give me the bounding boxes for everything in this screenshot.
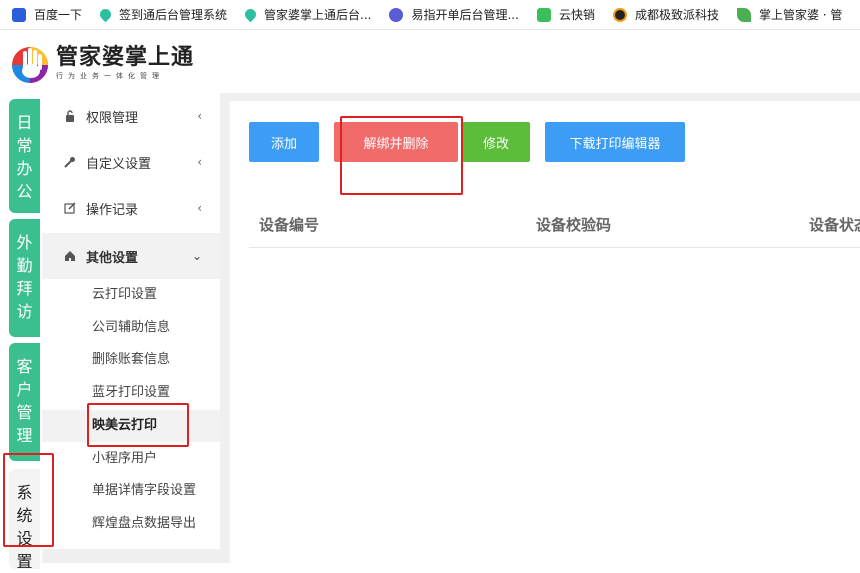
baidu-paw-icon: [12, 7, 26, 22]
sidebar-item-operation-log[interactable]: 操作记录 ‹: [42, 185, 220, 231]
sidebar-item-label: 权限管理: [86, 110, 139, 126]
bookmark-baidu[interactable]: 百度一下: [12, 6, 82, 23]
bookmark-label: 掌上管家婆 · 管: [758, 8, 843, 22]
content-panel: [230, 101, 860, 563]
submenu-item-miniprogram-users[interactable]: 小程序用户: [42, 443, 220, 475]
globe-icon: [389, 7, 404, 22]
location-pin-icon: [97, 6, 114, 23]
chevron-left-icon: ‹: [197, 201, 202, 215]
bookmarks-bar: 百度一下 签到通后台管理系统 管家婆掌上通后台... 易指开单后台管理... 云…: [0, 0, 860, 30]
sidebar-item-label: 其他设置: [86, 250, 139, 266]
annotation-highlight-yingmei: [87, 403, 189, 447]
location-pin-icon: [242, 6, 259, 23]
bookmark-guanjiapo-admin[interactable]: 管家婆掌上通后台...: [242, 6, 372, 23]
bookmark-qiandaotong[interactable]: 签到通后台管理系统: [97, 6, 228, 23]
chevron-left-icon: ‹: [197, 109, 202, 123]
wrench-icon: [64, 156, 76, 168]
app-logo[interactable]: 管家婆掌上通 行为业务一体化管理: [8, 41, 194, 85]
logo-title: 管家婆掌上通: [56, 45, 195, 70]
chevron-left-icon: ‹: [197, 155, 202, 169]
tab-daily-office[interactable]: 日 常 办 公: [9, 99, 40, 213]
column-device-checkcode: 设备校验码: [536, 216, 612, 234]
hand-logo-icon: [8, 41, 52, 85]
add-button[interactable]: 添加: [249, 122, 319, 162]
bookmark-yizhi[interactable]: 易指开单后台管理...: [389, 6, 519, 23]
edit-button[interactable]: 修改: [462, 122, 530, 162]
tab-field-visit[interactable]: 外 勤 拜 访: [9, 219, 40, 337]
device-table-header: 设备编号 设备校验码 设备状态: [249, 202, 860, 248]
tab-customer-management[interactable]: 客 户 管 理: [9, 343, 40, 461]
bookmark-zhangshang[interactable]: 掌上管家婆 · 管: [736, 6, 843, 23]
leaf-icon: [736, 7, 751, 22]
edit-icon: [64, 202, 76, 214]
bookmark-label: 易指开单后台管理...: [411, 8, 519, 22]
logo-subtitle: 行为业务一体化管理: [56, 72, 164, 80]
sidebar-menu: 权限管理 ‹ 自定义设置 ‹ 操作记录 ‹ 其他设置 ⌄ 云打印设置 公司辅助信…: [42, 93, 220, 563]
submenu-item-company-info[interactable]: 公司辅助信息: [42, 312, 220, 344]
lock-icon: [64, 110, 76, 122]
chevron-down-icon: ⌄: [191, 249, 202, 263]
bookmark-jizhipai[interactable]: 成都极致派科技: [612, 6, 719, 23]
bookmark-label: 管家婆掌上通后台...: [264, 8, 372, 22]
jizhipai-icon: [612, 7, 627, 22]
sidebar-footer: [42, 549, 220, 563]
bookmark-yunkuaixiao[interactable]: 云快销: [536, 6, 595, 23]
submenu-item-delete-account[interactable]: 删除账套信息: [42, 344, 220, 376]
bookmark-label: 云快销: [558, 8, 595, 22]
column-device-number: 设备编号: [259, 216, 320, 234]
bookmark-label: 签到通后台管理系统: [119, 8, 228, 22]
home-icon: [64, 250, 76, 262]
yunkuaixiao-icon: [536, 7, 551, 22]
annotation-highlight-system-settings: [3, 453, 54, 547]
submenu-item-cloud-print-settings[interactable]: 云打印设置: [42, 279, 220, 311]
sidebar-item-other-settings[interactable]: 其他设置 ⌄: [42, 233, 220, 279]
download-print-editor-button[interactable]: 下载打印编辑器: [545, 122, 685, 162]
bookmark-label: 成都极致派科技: [634, 8, 719, 22]
bookmark-label: 百度一下: [34, 8, 83, 22]
submenu-item-inventory-export[interactable]: 辉煌盘点数据导出: [42, 508, 220, 540]
sidebar-item-permissions[interactable]: 权限管理 ‹: [42, 93, 220, 139]
sidebar-item-custom-settings[interactable]: 自定义设置 ‹: [42, 139, 220, 185]
column-device-status: 设备状态: [809, 216, 860, 234]
submenu-item-document-fields[interactable]: 单据详情字段设置: [42, 475, 220, 507]
sidebar-item-label: 自定义设置: [86, 156, 152, 172]
app-header: 管家婆掌上通 行为业务一体化管理: [0, 31, 860, 93]
sidebar-item-label: 操作记录: [86, 202, 139, 218]
annotation-highlight-unbind: [340, 116, 463, 195]
